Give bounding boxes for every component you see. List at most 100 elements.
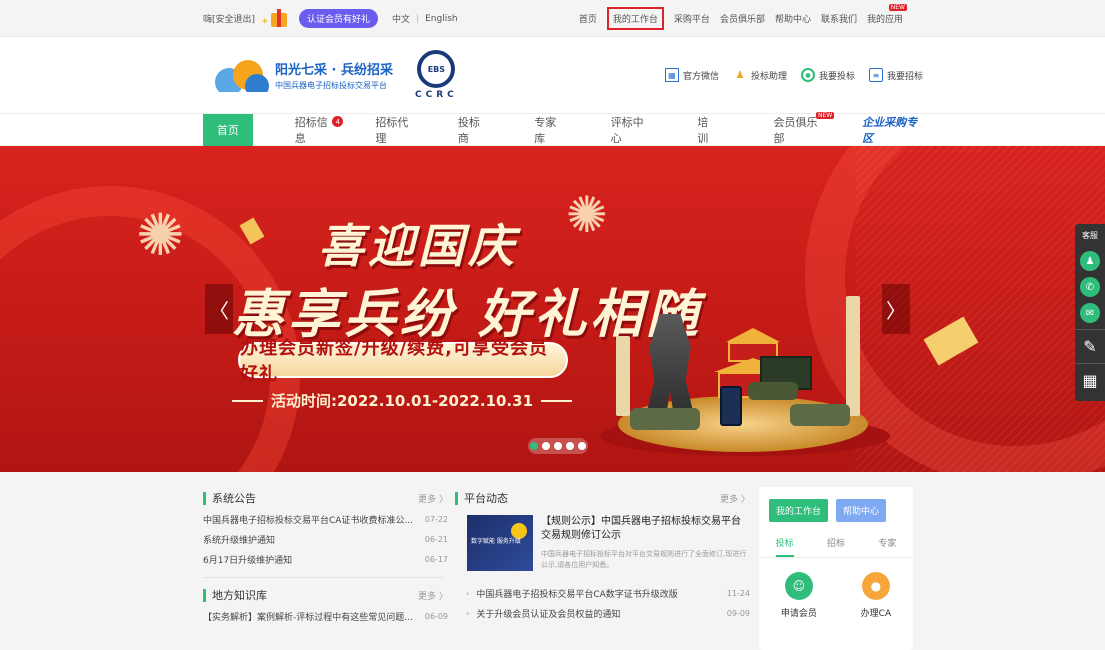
more-link[interactable]: 更多 〉 [418, 589, 448, 602]
more-link[interactable]: 更多 〉 [720, 492, 750, 505]
featured-news[interactable]: 数字赋能 服务升级 【规则公示】中国兵器电子招标投标交易平台交易规则修订公示 中… [455, 515, 750, 571]
item-date: 09-09 [726, 608, 750, 618]
banner-prev-button[interactable]: 〈 [205, 284, 233, 334]
carousel-dot[interactable] [542, 442, 550, 450]
top-link-procurement[interactable]: 采购平台 [674, 12, 710, 25]
knowledge-header: 地方知识库 更多 〉 [203, 584, 448, 606]
nav-label: 招标信息 [294, 116, 328, 145]
help-center-button[interactable]: 帮助中心 [836, 499, 887, 522]
more-link[interactable]: 更多 〉 [418, 492, 448, 505]
tab-tender[interactable]: 招标 [827, 536, 845, 557]
top-link-help[interactable]: 帮助中心 [775, 12, 811, 25]
top-link-my-workbench[interactable]: 我的工作台 [606, 7, 664, 30]
nav-tender-info[interactable]: 招标信息 4 [294, 114, 344, 146]
featured-news-desc: 中国兵器电子招标投标平台对平台交易规则进行了全面修订,现进行公示,请各位用户知悉… [541, 550, 747, 569]
mail-icon[interactable]: ✉ [1080, 303, 1100, 323]
section-bar [203, 588, 206, 602]
item-date: 11-24 [726, 588, 750, 598]
banner-next-button[interactable]: 〉 [882, 284, 910, 334]
header-link-i-tender[interactable]: ≡ 我要招标 [868, 68, 923, 82]
top-link-my-apps[interactable]: 我的应用 NEW [866, 4, 907, 25]
qr-icon[interactable]: ▦ [1075, 363, 1105, 397]
header-link-bid-assistant[interactable]: ♟ 投标助理 [733, 68, 787, 82]
nav-bidders[interactable]: 投标商 [458, 114, 488, 146]
shortcut-label: 办理CA [860, 609, 892, 619]
news-thumbnail: 数字赋能 服务升级 [467, 515, 533, 571]
my-workbench-button[interactable]: 我的工作台 [769, 499, 829, 522]
banner-date-text: 活动时间:2022.10.01-2022.10.31 [271, 392, 534, 410]
nav-member-club[interactable]: 会员俱乐部 NEW [773, 112, 835, 146]
promo-banner[interactable]: ✺ ✺ 喜迎国庆 惠享兵纷 好礼相随 办理会员新签/升级/续费,可享受会员好礼 … [0, 146, 1105, 472]
apply-member-shortcut[interactable]: ☺ 申请会员 [781, 572, 817, 619]
announcements-column: 系统公告 更多 〉 中国兵器电子招标投标交易平台CA证书收费标准公... 07-… [203, 487, 448, 626]
lang-english-link[interactable]: English [425, 14, 458, 24]
carousel-dot[interactable] [530, 442, 538, 450]
list-item[interactable]: 中国兵器电子招投标交易平台CA数字证书升级改版 11-24 [455, 583, 750, 603]
shortcut-label: 申请会员 [780, 609, 817, 619]
new-badge: NEW [815, 112, 835, 119]
divider [541, 399, 573, 402]
edit-icon[interactable]: ✎ [1075, 329, 1105, 363]
my-apps-label: 我的应用 [866, 15, 903, 25]
list-item[interactable]: 6月17日升级维护通知 06-17 [203, 549, 448, 569]
header-link-wechat[interactable]: ▦ 官方微信 [664, 68, 719, 82]
header-link-label: 投标助理 [750, 71, 787, 82]
top-link-home[interactable]: 首页 [579, 12, 597, 25]
person-icon[interactable]: ♟ [1080, 251, 1100, 271]
ebs-icon: EBS [417, 50, 456, 88]
carousel-dot[interactable] [566, 442, 574, 450]
tab-bid[interactable]: 投标 [775, 536, 794, 557]
header: 阳光七采 · 兵纷招采 中国兵器电子招标投标交易平台 EBS CCRC ▦ 官方… [0, 37, 1105, 113]
platform-news-header: 平台动态 更多 〉 [455, 487, 750, 509]
item-text: 中国兵器电子招投标交易平台CA数字证书升级改版 [455, 587, 677, 600]
greeting-logout-link[interactable]: 嗨[安全退出] [203, 12, 255, 25]
member-icon: ☺ [784, 572, 813, 600]
person-icon: ♟ [735, 69, 745, 81]
gift-icon: ✦ [261, 5, 293, 33]
top-link-member-club[interactable]: 会员俱乐部 [720, 12, 765, 25]
phone-product-icon [720, 386, 742, 426]
tank-icon [630, 408, 700, 430]
tank-icon [790, 404, 850, 426]
list-item[interactable]: 系统升级维护通知 06-21 [203, 529, 448, 549]
item-date: 07-22 [424, 514, 448, 524]
workspace-panel: 我的工作台 帮助中心 投标 招标 专家 ☺ 申请会员 ● 办理CA [759, 487, 913, 650]
section-title: 地方知识库 [212, 589, 267, 602]
workspace-tabs: 投标 招标 专家 [759, 536, 913, 558]
section-bar [203, 491, 206, 505]
cert-member-button[interactable]: 认证会员有好礼 [299, 9, 379, 28]
top-link-contact[interactable]: 联系我们 [821, 12, 857, 25]
header-link-i-bid[interactable]: ● 我要投标 [800, 68, 855, 82]
nav-training[interactable]: 培训 [697, 114, 717, 146]
nav-home[interactable]: 首页 [203, 114, 253, 146]
phone-icon[interactable]: ✆ [1080, 277, 1100, 297]
nav-expert-library[interactable]: 专家库 [534, 114, 564, 146]
banner-pill: 办理会员新签/升级/续费,可享受会员好礼 [238, 338, 568, 385]
pillar-icon [616, 336, 630, 416]
section-bar [455, 491, 458, 505]
nav-tender-agency[interactable]: 招标代理 [375, 114, 416, 146]
item-text: 系统升级维护通知 [203, 535, 276, 546]
lang-chinese-link[interactable]: 中文 [392, 12, 410, 25]
service-title: 客服 [1082, 231, 1098, 240]
bid-icon: ● [800, 68, 815, 82]
item-date: 06-09 [424, 611, 448, 621]
list-item[interactable]: 【实务解析】案例解析-评标过程中有这些常见问题... 06-09 [203, 606, 448, 626]
nav-evaluation-center[interactable]: 评标中心 [611, 114, 652, 146]
carousel-dot[interactable] [554, 442, 562, 450]
document-icon: ≡ [868, 68, 883, 82]
nav-enterprise-procurement[interactable]: 企业采购专区 [862, 114, 923, 146]
logo-icon[interactable] [215, 50, 271, 100]
pillar-icon [846, 296, 860, 416]
apply-ca-shortcut[interactable]: ● 办理CA [861, 572, 891, 619]
floating-service-panel: 客服 ♟ ✆ ✉ ✎ ▦ [1075, 224, 1105, 401]
carousel-dots [528, 438, 588, 454]
logo-subtitle: 中国兵器电子招标投标交易平台 [275, 81, 387, 90]
tab-expert[interactable]: 专家 [878, 536, 896, 557]
platform-news-column: 平台动态 更多 〉 数字赋能 服务升级 【规则公示】中国兵器电子招标投标交易平台… [455, 487, 750, 623]
carousel-dot[interactable] [578, 442, 586, 450]
list-item[interactable]: 关于升级会员认证及会员权益的通知 09-09 [455, 603, 750, 623]
list-item[interactable]: 中国兵器电子招标投标交易平台CA证书收费标准公... 07-22 [203, 509, 448, 529]
logo-text[interactable]: 阳光七采 · 兵纷招采 中国兵器电子招标投标交易平台 [275, 59, 393, 91]
divider [203, 577, 443, 578]
